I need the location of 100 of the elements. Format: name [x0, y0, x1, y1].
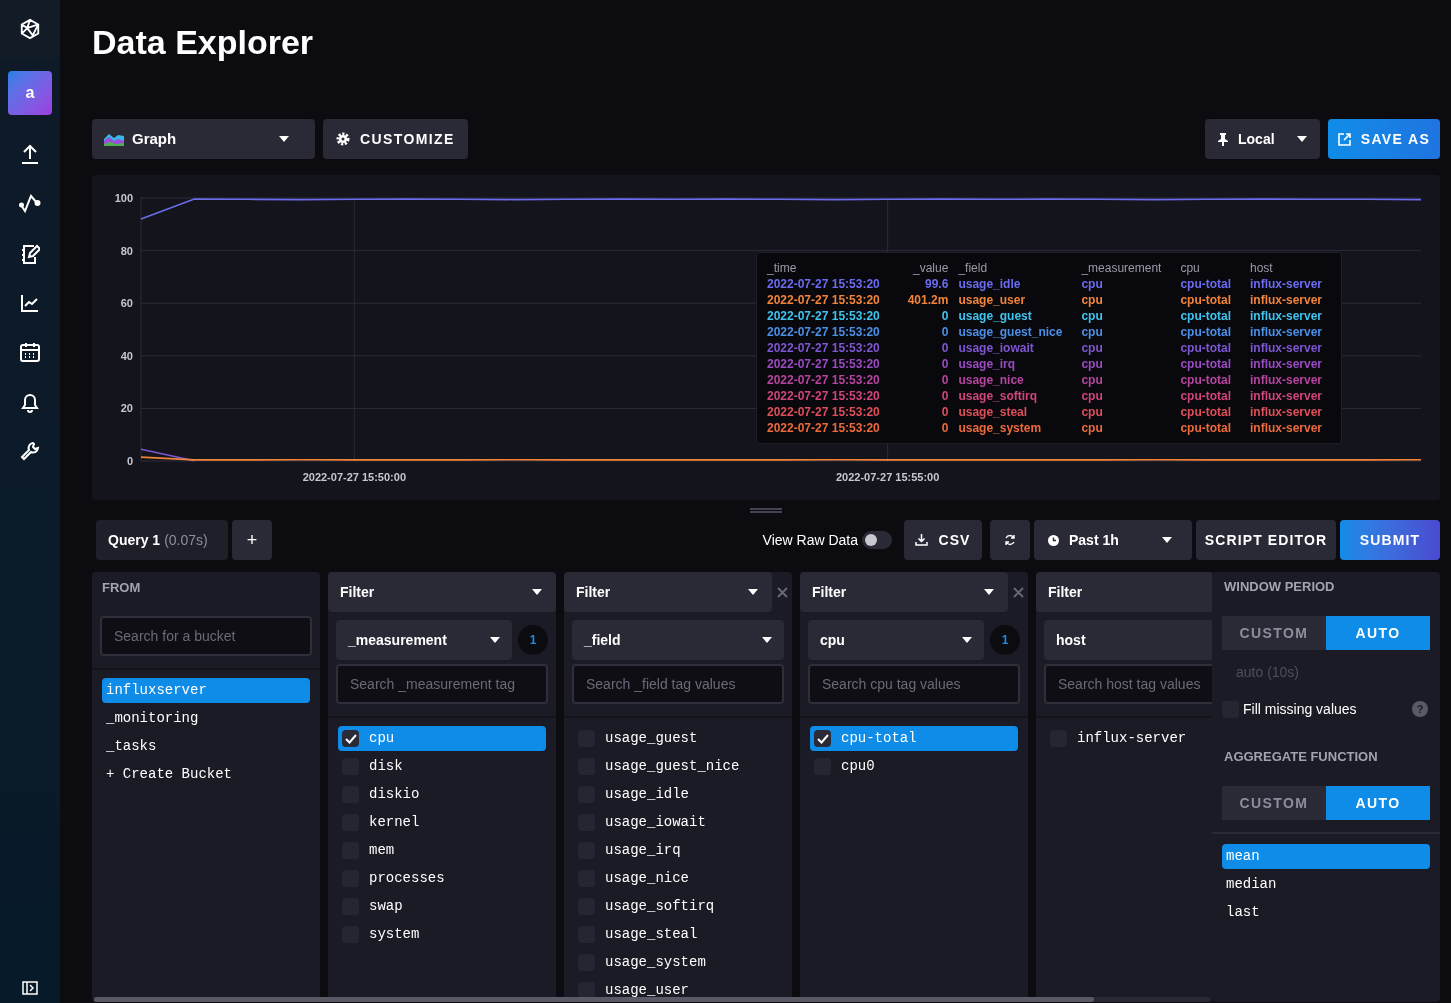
- query-name: Query 1: [108, 530, 161, 550]
- caret-icon: [748, 589, 758, 595]
- tag-value-item[interactable]: usage_steal: [574, 922, 782, 947]
- tooltip-cell-text: usage_idle: [958, 276, 1022, 292]
- tooltip-cell-text: cpu: [1081, 292, 1104, 308]
- tag-value-label: cpu: [369, 729, 395, 748]
- checkbox[interactable]: [814, 730, 831, 747]
- tag-value-item[interactable]: disk: [338, 754, 546, 779]
- tag-search-field[interactable]: Search _field tag values: [572, 664, 784, 704]
- mode-toggle[interactable]: AUTO: [1326, 616, 1430, 650]
- tag-value-item[interactable]: usage_guest_nice: [574, 754, 782, 779]
- tooltip-cell-text: cpu: [1081, 340, 1104, 356]
- mode-toggle[interactable]: CUSTOM: [1222, 616, 1326, 650]
- mode-toggle[interactable]: AUTO: [1326, 786, 1430, 820]
- tag-value-item[interactable]: system: [338, 922, 546, 947]
- tag-key-dropdown[interactable]: cpu: [808, 620, 985, 660]
- tag-value-item[interactable]: cpu-total: [810, 726, 1018, 751]
- page-title: Data Explorer: [92, 22, 314, 62]
- tag-value-item[interactable]: usage_idle: [574, 782, 782, 807]
- tag-value-label: usage_system: [605, 953, 706, 972]
- mode-toggle[interactable]: CUSTOM: [1222, 786, 1326, 820]
- time-range-dropdown[interactable]: Past 1h: [1034, 520, 1192, 560]
- tooltip-cell-text: usage_softirq: [958, 388, 1039, 404]
- y-axis-label: 20: [120, 402, 133, 415]
- tooltip-column-header: _field: [958, 260, 989, 276]
- tooltip-cell-text: cpu-total: [1180, 404, 1233, 420]
- timezone-dropdown[interactable]: Local: [1205, 119, 1320, 159]
- tooltip-cell-text: cpu-total: [1180, 292, 1233, 308]
- notebook-icon[interactable]: [20, 243, 40, 265]
- query-tab[interactable]: Query 1 (0.07s): [96, 520, 228, 560]
- tag-value-item[interactable]: diskio: [338, 782, 546, 807]
- resize-handle-icon[interactable]: [750, 507, 782, 513]
- tag-value-item[interactable]: kernel: [338, 810, 546, 835]
- tag-value-item[interactable]: usage_nice: [574, 866, 782, 891]
- caret-icon: [984, 589, 994, 595]
- cube-logo-icon[interactable]: [19, 18, 41, 40]
- script-editor-button[interactable]: SCRIPT EDITOR: [1196, 520, 1336, 560]
- y-axis-label: 100: [114, 192, 133, 204]
- filter-dropdown[interactable]: Filter: [328, 572, 556, 612]
- bucket-item[interactable]: _tasks: [102, 734, 310, 759]
- sidebar-toggle-icon[interactable]: [22, 981, 38, 995]
- bucket-item[interactable]: _monitoring: [102, 706, 310, 731]
- tag-key-dropdown[interactable]: host: [1044, 620, 1212, 660]
- upload-icon[interactable]: [20, 143, 40, 165]
- nodes-icon[interactable]: [19, 193, 41, 215]
- tag-value-label: usage_irq: [605, 841, 681, 860]
- tag-value-item[interactable]: usage_softirq: [574, 894, 782, 919]
- line-chart-icon[interactable]: [20, 293, 40, 313]
- csv-button[interactable]: CSV: [904, 520, 982, 560]
- horizontal-scrollbar[interactable]: [94, 997, 1210, 1002]
- tooltip-cell-text: 2022-07-27 15:53:20: [767, 340, 881, 356]
- checkbox[interactable]: [342, 730, 359, 747]
- tag-key-dropdown[interactable]: _measurement: [336, 620, 513, 660]
- create-bucket-link[interactable]: + Create Bucket: [102, 762, 310, 787]
- filter-dropdown[interactable]: Filter: [564, 572, 772, 612]
- tooltip-cell-text: influx-server: [1250, 404, 1324, 420]
- tag-search-field[interactable]: Search _measurement tag: [336, 664, 548, 704]
- tooltip-cell-text: cpu-total: [1180, 340, 1233, 356]
- filter-dropdown[interactable]: Filter: [1036, 572, 1212, 612]
- tag-value-item[interactable]: usage_iowait: [574, 810, 782, 835]
- tag-value-label: processes: [369, 869, 445, 888]
- tag-value-item[interactable]: usage_irq: [574, 838, 782, 863]
- tooltip-cell-text: cpu-total: [1180, 276, 1233, 292]
- tag-value-item[interactable]: influx-server: [1046, 726, 1212, 751]
- bucket-item[interactable]: influxserver: [102, 678, 310, 703]
- add-query-button[interactable]: +: [232, 520, 272, 560]
- caret-icon: [279, 136, 289, 142]
- tag-value-item[interactable]: swap: [338, 894, 546, 919]
- submit-button[interactable]: SUBMIT: [1340, 520, 1440, 560]
- customize-button[interactable]: CUSTOMIZE: [323, 119, 468, 159]
- wrench-icon[interactable]: [20, 441, 40, 461]
- filter-dropdown[interactable]: Filter: [800, 572, 1008, 612]
- bucket-search-field[interactable]: Search for a bucket: [100, 616, 312, 656]
- tag-value-label: usage_softirq: [605, 897, 715, 916]
- tag-key-dropdown[interactable]: _field: [572, 620, 784, 660]
- tag-search-field[interactable]: Search cpu tag values: [808, 664, 1020, 704]
- tooltip-cell-text: usage_user: [958, 292, 1027, 308]
- tag-search-field[interactable]: Search host tag values: [1044, 664, 1212, 704]
- tag-value-item[interactable]: usage_guest: [574, 726, 782, 751]
- close-icon: [1012, 586, 1024, 598]
- tooltip-cell-text: cpu: [1081, 356, 1104, 372]
- tag-value-item[interactable]: cpu0: [810, 754, 1018, 779]
- tooltip-cell-text: 401.2m: [906, 292, 949, 308]
- refresh-button[interactable]: [990, 520, 1030, 560]
- window-period-heading: WINDOW PERIOD: [1224, 578, 1335, 597]
- view-type-dropdown[interactable]: Graph: [92, 119, 315, 159]
- aggregate-function-item[interactable]: last: [1222, 900, 1430, 925]
- aggregate-function-item[interactable]: median: [1222, 872, 1430, 897]
- query-timing: (0.07s): [164, 530, 208, 550]
- tag-value-item[interactable]: usage_system: [574, 950, 782, 975]
- tag-value-item[interactable]: processes: [338, 866, 546, 891]
- raw-data-toggle[interactable]: [862, 531, 892, 549]
- tag-value-item[interactable]: cpu: [338, 726, 546, 751]
- calendar-icon[interactable]: [19, 341, 41, 363]
- bell-icon[interactable]: [20, 391, 40, 413]
- y-axis-label: 60: [120, 297, 133, 310]
- tag-value-item[interactable]: mem: [338, 838, 546, 863]
- user-avatar[interactable]: a: [8, 71, 52, 115]
- aggregate-function-item[interactable]: mean: [1222, 844, 1430, 869]
- save-as-button[interactable]: SAVE AS: [1328, 119, 1440, 159]
